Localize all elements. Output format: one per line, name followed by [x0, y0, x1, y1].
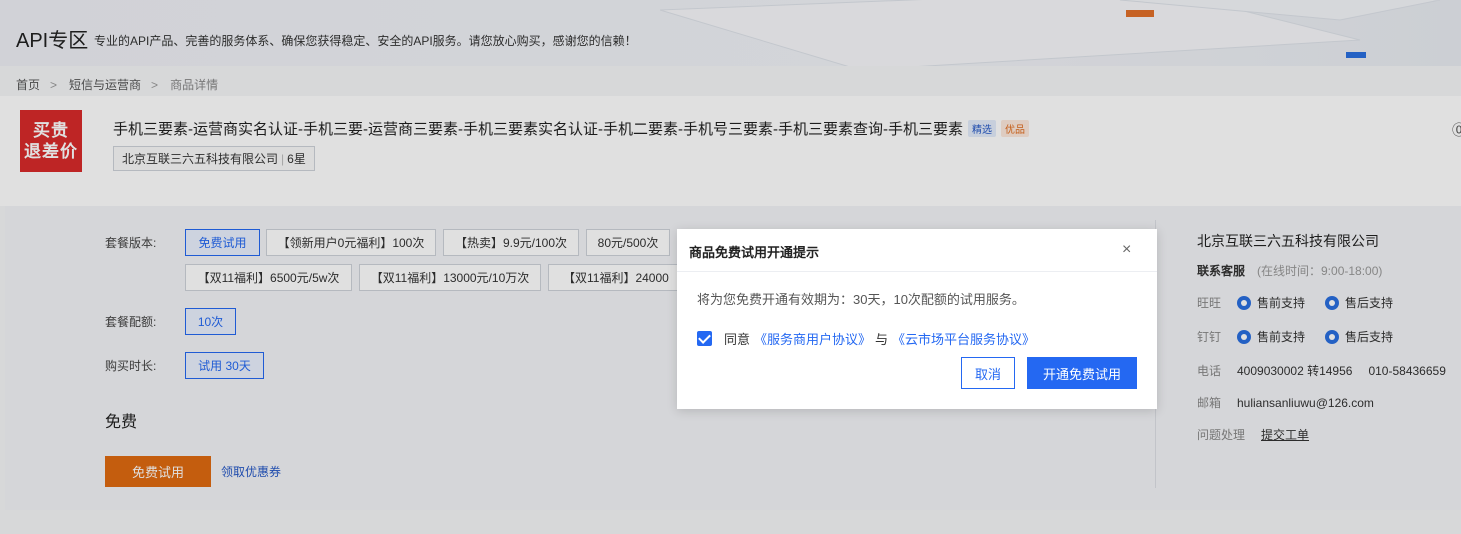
free-trial-dialog: 商品免费试用开通提示 × 将为您免费开通有效期为：30天，10次配额的试用服务。… — [677, 229, 1157, 409]
cancel-button[interactable]: 取消 — [961, 357, 1015, 389]
close-icon[interactable]: × — [1122, 241, 1131, 259]
dialog-title: 商品免费试用开通提示 — [689, 245, 820, 260]
service-agreement-link[interactable]: 《服务商用户协议》 — [754, 329, 871, 348]
and-text: 与 — [875, 332, 889, 347]
agree-checkbox[interactable] — [697, 331, 712, 346]
dialog-divider — [677, 271, 1157, 272]
dialog-message: 将为您免费开通有效期为：30天，10次配额的试用服务。 — [697, 292, 1025, 307]
platform-agreement-link[interactable]: 《云市场平台服务协议》 — [892, 329, 1035, 348]
agree-label: 同意 — [724, 332, 751, 347]
agreement-row: 同意 《服务商用户协议》 与 《云市场平台服务协议》 — [697, 329, 1035, 348]
confirm-free-trial-button[interactable]: 开通免费试用 — [1027, 357, 1137, 389]
